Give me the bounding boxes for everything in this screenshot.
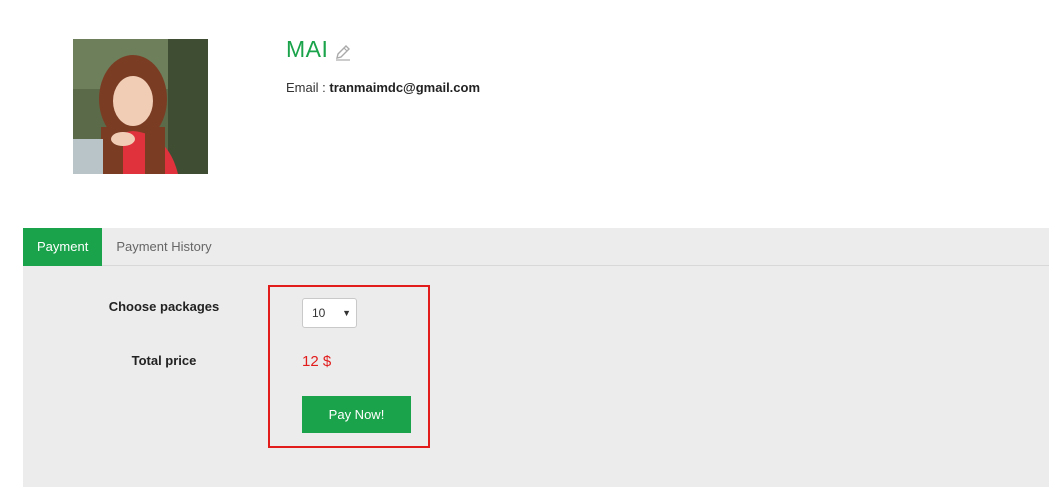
profile-name: MAI bbox=[286, 36, 352, 63]
payment-panel: Payment Payment History Choose packages … bbox=[23, 228, 1049, 487]
total-price-value: 12 $ bbox=[302, 353, 332, 370]
pay-now-button[interactable]: Pay Now! bbox=[302, 396, 411, 433]
email-value: tranmaimdc@gmail.com bbox=[329, 80, 481, 95]
tab-payment[interactable]: Payment bbox=[23, 228, 103, 266]
tab-bar: Payment Payment History bbox=[23, 228, 1049, 266]
packages-label: Choose packages bbox=[108, 299, 220, 314]
packages-select-value: 10 bbox=[312, 306, 326, 320]
caret-down-icon: ▼ bbox=[342, 308, 351, 318]
email-line: Email : tranmaimdc@gmail.com bbox=[286, 80, 480, 95]
profile-avatar bbox=[73, 39, 208, 174]
profile-name-text: MAI bbox=[286, 36, 329, 62]
email-label: Email : bbox=[286, 80, 326, 95]
total-price-label: Total price bbox=[131, 353, 197, 368]
tab-payment-history[interactable]: Payment History bbox=[102, 228, 225, 266]
pencil-icon[interactable] bbox=[334, 41, 352, 61]
packages-select[interactable]: 10 ▼ bbox=[302, 298, 357, 328]
